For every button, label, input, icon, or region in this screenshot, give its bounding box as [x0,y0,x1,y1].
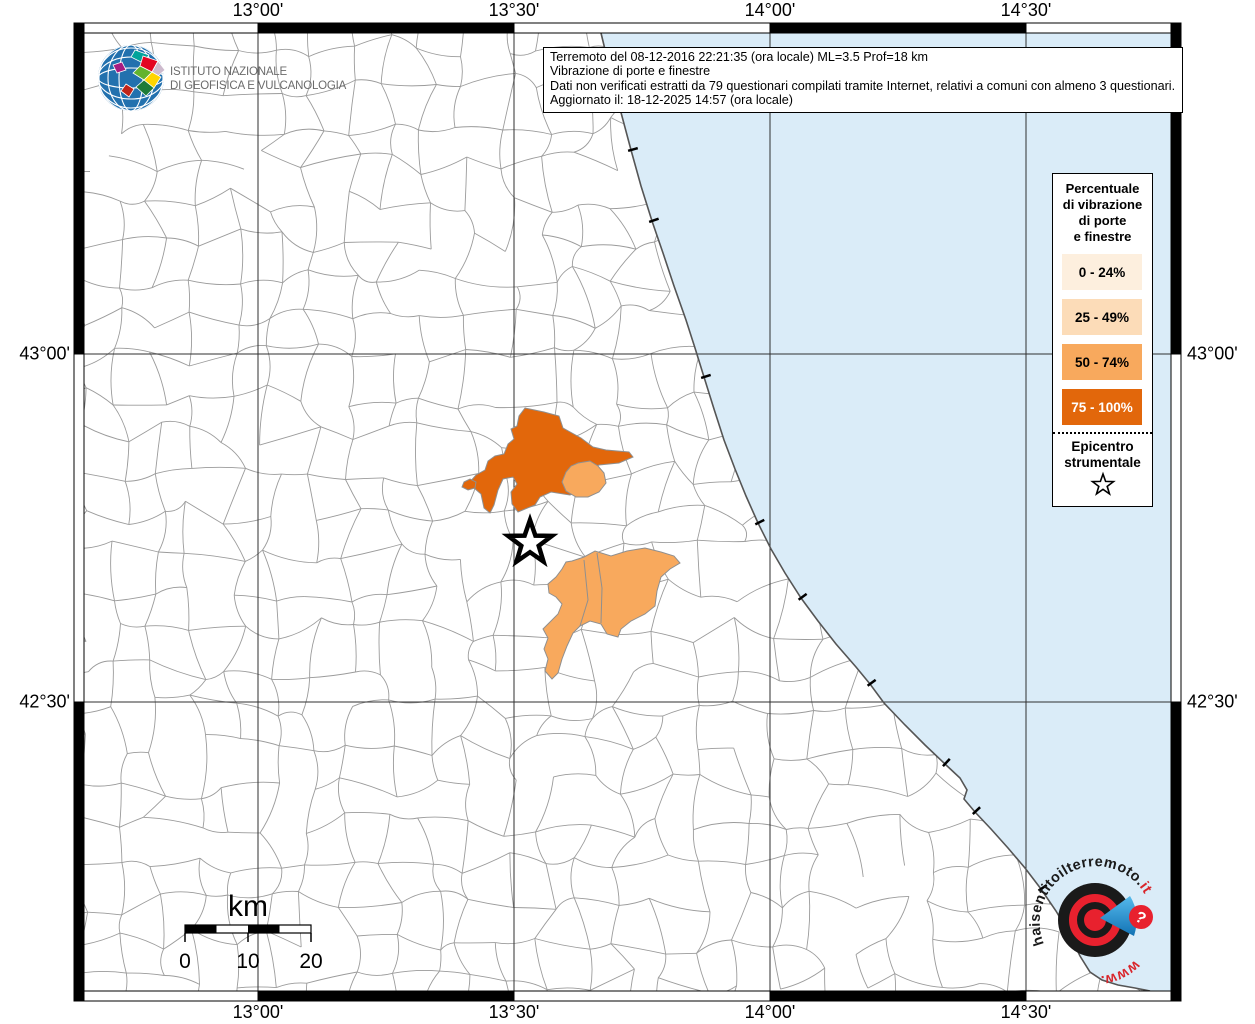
ingv-name-line1: ISTITUTO NAZIONALE [170,66,346,80]
legend-divider [1053,432,1152,434]
axis-label-left-0: 43°00' [19,344,70,365]
target-center [1084,909,1106,931]
legend-epicenter-star-icon [1090,471,1116,497]
info-line-data: Dati non verificati estratti da 79 quest… [550,79,1175,93]
legend-class-0-24%: 0 - 24% [1062,254,1142,290]
axis-label-top-2: 14°00' [745,0,796,21]
info-line-effect: Vibrazione di porte e finestre [550,64,1175,78]
legend-title: Percentuale di vibrazione di porte e fin… [1053,181,1152,245]
scale-unit-label: km [228,890,268,923]
legend-class-75-100%: 75 - 100% [1062,389,1142,425]
axis-label-left-1: 42°30' [19,692,70,713]
info-box: Terremoto del 08-12-2016 22:21:35 (ora l… [543,47,1183,113]
axis-label-right-0: 43°00' [1187,344,1238,365]
axis-label-bottom-2: 14°00' [745,1002,796,1023]
axis-label-bottom-0: 13°00' [233,1002,284,1023]
legend-box: Percentuale di vibrazione di porte e fin… [1052,173,1153,507]
axis-label-top-0: 13°00' [233,0,284,21]
ingv-name-line2: DI GEOFISICA E VULCANOLOGIA [170,80,346,94]
axis-label-bottom-3: 14°30' [1001,1002,1052,1023]
legend-class-50-74%: 50 - 74% [1062,344,1142,380]
axis-label-top-1: 13°30' [489,0,540,21]
legend-epicenter-label: Epicentro strumentale [1053,439,1152,471]
legend-class-25-49%: 25 - 49% [1062,299,1142,335]
scale-tick-label: 10 [236,950,259,973]
axis-label-right-1: 42°30' [1187,692,1238,713]
info-line-updated: Aggiornato il: 18-12-2025 14:57 (ora loc… [550,93,1175,107]
ingv-wordmark: ISTITUTO NAZIONALE DI GEOFISICA E VULCAN… [170,66,346,93]
scale-tick-label: 0 [179,950,191,973]
axis-label-bottom-1: 13°30' [489,1002,540,1023]
scale-tick-label: 20 [299,950,322,973]
hsit-map-page: km 0 10 20 [0,0,1255,1024]
info-line-event: Terremoto del 08-12-2016 22:21:35 (ora l… [550,50,1175,64]
axis-label-top-3: 14°30' [1001,0,1052,21]
map-canvas: km 0 10 20 [0,0,1255,1024]
